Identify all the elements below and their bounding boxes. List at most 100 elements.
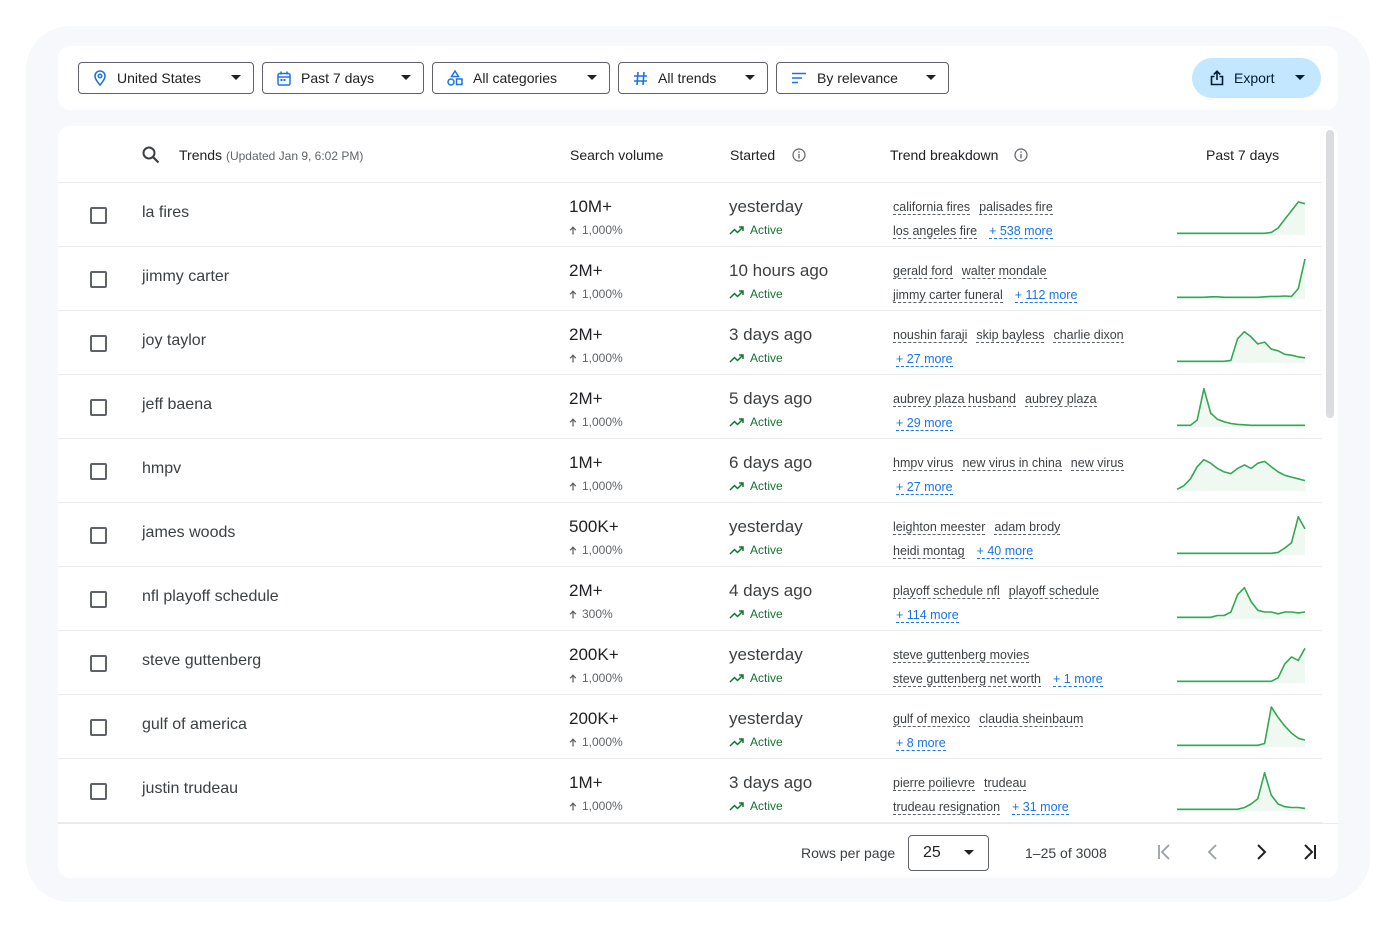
table-row[interactable]: nfl playoff schedule 2M+ 300% 4 days ago… — [58, 567, 1322, 631]
status-label: Active — [750, 479, 783, 493]
table-row[interactable]: steve guttenberg 200K+ 1,000% yesterday … — [58, 631, 1322, 695]
breakdown-query[interactable]: charlie dixon — [1053, 328, 1124, 343]
row-checkbox[interactable] — [90, 655, 107, 672]
table-row[interactable]: justin trudeau 1M+ 1,000% 3 days ago Act… — [58, 759, 1322, 823]
breakdown-query[interactable]: pierre poilievre — [893, 776, 975, 791]
trend-title[interactable]: jimmy carter — [142, 268, 229, 286]
breakdown-query[interactable]: noushin faraji — [893, 328, 968, 343]
table-row[interactable]: jeff baena 2M+ 1,000% 5 days ago Active … — [58, 375, 1322, 439]
sort-filter[interactable]: By relevance — [776, 62, 949, 94]
breakdown-query[interactable]: skip bayless — [976, 328, 1045, 343]
row-checkbox[interactable] — [90, 463, 107, 480]
trend-title[interactable]: jeff baena — [142, 396, 212, 414]
next-page-button[interactable] — [1247, 838, 1275, 866]
trend-title[interactable]: hmpv — [142, 460, 181, 478]
table-row[interactable]: jimmy carter 2M+ 1,000% 10 hours ago Act… — [58, 247, 1322, 311]
breakdown-query[interactable]: playoff schedule — [1008, 584, 1099, 599]
trend-title[interactable]: gulf of america — [142, 716, 247, 734]
arrow-up-icon — [569, 801, 577, 810]
more-queries-link[interactable]: + 114 more — [896, 608, 959, 623]
breakdown-query[interactable]: los angeles fire — [893, 224, 978, 239]
sparkline-chart[interactable] — [1176, 193, 1306, 237]
table-row[interactable]: joy taylor 2M+ 1,000% 3 days ago Active … — [58, 311, 1322, 375]
table-row[interactable]: gulf of america 200K+ 1,000% yesterday A… — [58, 695, 1322, 759]
table-row[interactable]: hmpv 1M+ 1,000% 6 days ago Active hmpv v… — [58, 439, 1322, 503]
row-checkbox[interactable] — [90, 527, 107, 544]
sparkline-area — [1177, 587, 1305, 619]
sparkline-chart[interactable] — [1176, 705, 1306, 749]
scrollbar-thumb[interactable] — [1326, 130, 1334, 418]
time-filter[interactable]: Past 7 days — [262, 62, 424, 94]
more-queries-link[interactable]: + 112 more — [1014, 288, 1078, 303]
sparkline-chart[interactable] — [1176, 321, 1306, 365]
row-checkbox[interactable] — [90, 207, 107, 224]
more-queries-link[interactable]: + 1 more — [1053, 672, 1103, 687]
more-queries-link[interactable]: + 538 more — [989, 224, 1053, 239]
sparkline-chart[interactable] — [1176, 641, 1306, 685]
more-queries-link[interactable]: + 27 more — [896, 480, 953, 495]
more-queries-link[interactable]: + 27 more — [896, 352, 953, 367]
trend-title[interactable]: joy taylor — [142, 332, 206, 350]
breakdown-query[interactable]: jimmy carter funeral — [893, 288, 1003, 303]
breakdown-query[interactable]: heidi montag — [893, 544, 965, 559]
search-volume: 1M+ — [569, 773, 603, 792]
trends-table-panel: Trends (Updated Jan 9, 6:02 PM) Search v… — [58, 126, 1338, 878]
row-checkbox[interactable] — [90, 271, 107, 288]
trend-title[interactable]: james woods — [142, 524, 235, 542]
trend-title[interactable]: steve guttenberg — [142, 652, 261, 670]
volume-change-value: 1,000% — [582, 799, 623, 813]
breakdown-query[interactable]: leighton meester — [893, 520, 986, 535]
trend-title[interactable]: nfl playoff schedule — [142, 588, 279, 606]
sparkline-chart[interactable] — [1176, 385, 1306, 429]
info-icon[interactable] — [1014, 148, 1028, 162]
breakdown-query[interactable]: palisades fire — [979, 200, 1053, 215]
breakdown-query[interactable]: steve guttenberg net worth — [893, 672, 1042, 687]
breakdown-query[interactable]: playoff schedule nfl — [893, 584, 1000, 599]
more-queries-link[interactable]: + 40 more — [976, 544, 1034, 559]
breakdown-query[interactable]: trudeau resignation — [893, 800, 1001, 815]
row-checkbox[interactable] — [90, 591, 107, 608]
rows-per-page-select[interactable]: 25 — [908, 835, 989, 871]
sparkline-chart[interactable] — [1176, 257, 1306, 301]
info-icon[interactable] — [792, 148, 806, 162]
row-checkbox[interactable] — [90, 335, 107, 352]
more-queries-link[interactable]: + 29 more — [896, 416, 953, 431]
trend-title[interactable]: la fires — [142, 204, 189, 222]
breakdown-query[interactable]: adam brody — [994, 520, 1061, 535]
sparkline-chart[interactable] — [1176, 513, 1306, 557]
last-page-button[interactable] — [1295, 838, 1323, 866]
row-checkbox[interactable] — [90, 399, 107, 416]
trend-type-filter[interactable]: All trends — [618, 62, 768, 94]
search-icon[interactable] — [142, 146, 160, 164]
more-queries-link[interactable]: + 31 more — [1012, 800, 1069, 815]
breakdown-query[interactable]: trudeau — [983, 776, 1027, 791]
breakdown-query[interactable]: aubrey plaza husband — [893, 392, 1017, 407]
row-checkbox[interactable] — [90, 783, 107, 800]
previous-page-button[interactable] — [1199, 838, 1227, 866]
sparkline-chart[interactable] — [1176, 577, 1306, 621]
more-queries-link[interactable]: + 8 more — [896, 736, 946, 751]
row-checkbox[interactable] — [90, 719, 107, 736]
sparkline-chart[interactable] — [1176, 769, 1306, 813]
breakdown-query[interactable]: gulf of mexico — [893, 712, 971, 727]
breakdown-query[interactable]: hmpv virus — [893, 456, 954, 471]
breakdown-query[interactable]: gerald ford — [893, 264, 953, 279]
breakdown-query[interactable]: new virus — [1070, 456, 1124, 471]
breakdown-query[interactable]: new virus in china — [962, 456, 1062, 471]
breakdown-query[interactable]: walter mondale — [961, 264, 1047, 279]
breakdown-query[interactable]: claudia sheinbaum — [979, 712, 1084, 727]
export-button[interactable]: Export — [1192, 58, 1321, 98]
breakdown-query[interactable]: california fires — [893, 200, 971, 215]
trend-title[interactable]: justin trudeau — [142, 780, 238, 798]
search-volume-header[interactable]: Search volume — [570, 147, 663, 163]
table-row[interactable]: james woods 500K+ 1,000% yesterday Activ… — [58, 503, 1322, 567]
breakdown-query[interactable]: steve guttenberg movies — [893, 648, 1030, 663]
started-header[interactable]: Started — [730, 147, 775, 163]
sparkline-chart[interactable] — [1176, 449, 1306, 493]
table-row[interactable]: la fires 10M+ 1,000% yesterday Active ca… — [58, 183, 1322, 247]
category-filter[interactable]: All categories — [432, 62, 610, 94]
trend-breakdown: playoff schedule nfl playoff schedule + 11… — [893, 579, 1163, 627]
location-filter[interactable]: United States — [78, 62, 254, 94]
breakdown-query[interactable]: aubrey plaza — [1025, 392, 1097, 407]
first-page-button[interactable] — [1151, 838, 1179, 866]
